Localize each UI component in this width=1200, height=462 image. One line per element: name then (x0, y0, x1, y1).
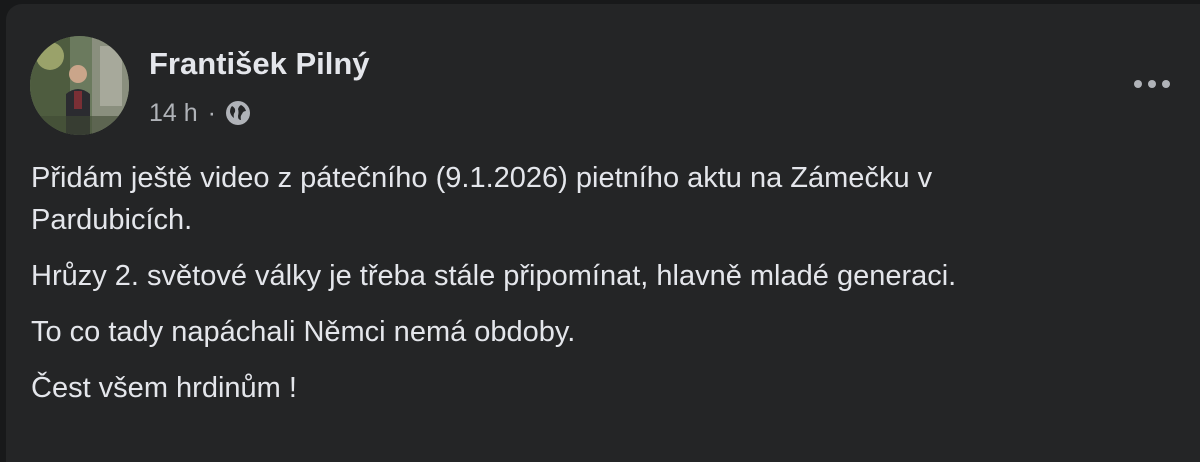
post-text-line: Přidám ještě video z pátečního (9.1.2026… (31, 162, 933, 194)
post-timestamp[interactable]: 14 h (149, 99, 198, 128)
avatar-photo (30, 36, 129, 135)
globe-icon[interactable] (224, 99, 252, 127)
meta-separator: · (207, 98, 216, 127)
more-options-icon (1134, 80, 1170, 88)
post-card: František Pilný 14 h · Přidám ještě vide… (6, 4, 1200, 462)
post-meta: 14 h · (149, 96, 252, 130)
page: František Pilný 14 h · Přidám ještě vide… (0, 0, 1200, 462)
post-text-line: Hrůzy 2. světové války je třeba stále př… (31, 260, 957, 292)
post-text: Přidám ještě video z pátečního (9.1.2026… (31, 157, 1200, 409)
post-text-line: Čest všem hrdinům ! (31, 372, 297, 404)
post-text-line: To co tady napáchali Němci nemá obdoby. (31, 316, 576, 348)
author-name[interactable]: František Pilný (149, 44, 370, 84)
post-text-line: Pardubicích. (31, 204, 193, 236)
more-options-button[interactable] (1126, 62, 1178, 106)
avatar[interactable] (30, 36, 129, 135)
